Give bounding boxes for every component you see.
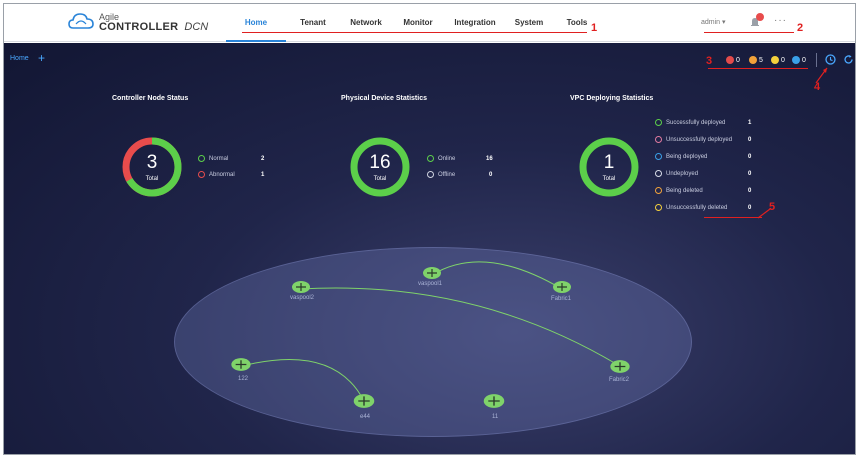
- nav-integration[interactable]: Integration: [444, 4, 506, 42]
- node-label-vaspool1: vaspool1: [418, 281, 443, 287]
- nav-home[interactable]: Home: [226, 4, 286, 42]
- node-label-fabric1: Fabric1: [551, 296, 572, 302]
- app-window: Agile CONTROLLER DCN Home Tenant Network…: [3, 3, 856, 455]
- node-label-122: 122: [238, 376, 249, 382]
- node-label-fabric2: Fabric2: [609, 377, 630, 383]
- router-icon[interactable]: [552, 280, 572, 294]
- nav-tenant[interactable]: Tenant: [286, 4, 340, 42]
- notification-badge: [756, 13, 764, 21]
- node-label-11: 11: [492, 414, 499, 420]
- main-nav: Home Tenant Network Monitor Integration …: [226, 4, 602, 42]
- router-icon[interactable]: [352, 393, 376, 409]
- router-icon[interactable]: [291, 280, 311, 294]
- logo-text: Agile CONTROLLER: [99, 12, 179, 33]
- nav-system[interactable]: System: [506, 4, 552, 42]
- user-name: admin: [701, 19, 721, 26]
- more-options-icon[interactable]: ···: [774, 15, 787, 26]
- annotation-2: 2: [797, 22, 804, 34]
- router-icon[interactable]: [230, 357, 252, 372]
- dashboard-stage: Home + 3 0 5 0 0 4 Controller Node Statu…: [4, 43, 855, 454]
- router-icon[interactable]: [609, 359, 631, 374]
- nav-network[interactable]: Network: [340, 4, 392, 42]
- nav-monitor[interactable]: Monitor: [392, 4, 444, 42]
- node-label-vaspool2: vaspool2: [290, 295, 315, 301]
- product-logo[interactable]: Agile CONTROLLER DCN: [68, 10, 208, 34]
- router-icon[interactable]: [482, 393, 506, 409]
- annotation-underline-2: [704, 32, 794, 33]
- logo-product: DCN: [184, 20, 209, 33]
- annotation-underline-1: [242, 32, 587, 33]
- top-navigation-bar: Agile CONTROLLER DCN Home Tenant Network…: [4, 4, 855, 42]
- cloud-logo-icon: [68, 13, 94, 29]
- topology-links: [241, 261, 619, 402]
- logo-controller: CONTROLLER: [99, 21, 179, 33]
- annotation-1: 1: [591, 22, 598, 34]
- node-label-e44: e44: [360, 414, 371, 420]
- router-icon[interactable]: [422, 266, 442, 280]
- user-menu[interactable]: admin ▾: [701, 18, 726, 26]
